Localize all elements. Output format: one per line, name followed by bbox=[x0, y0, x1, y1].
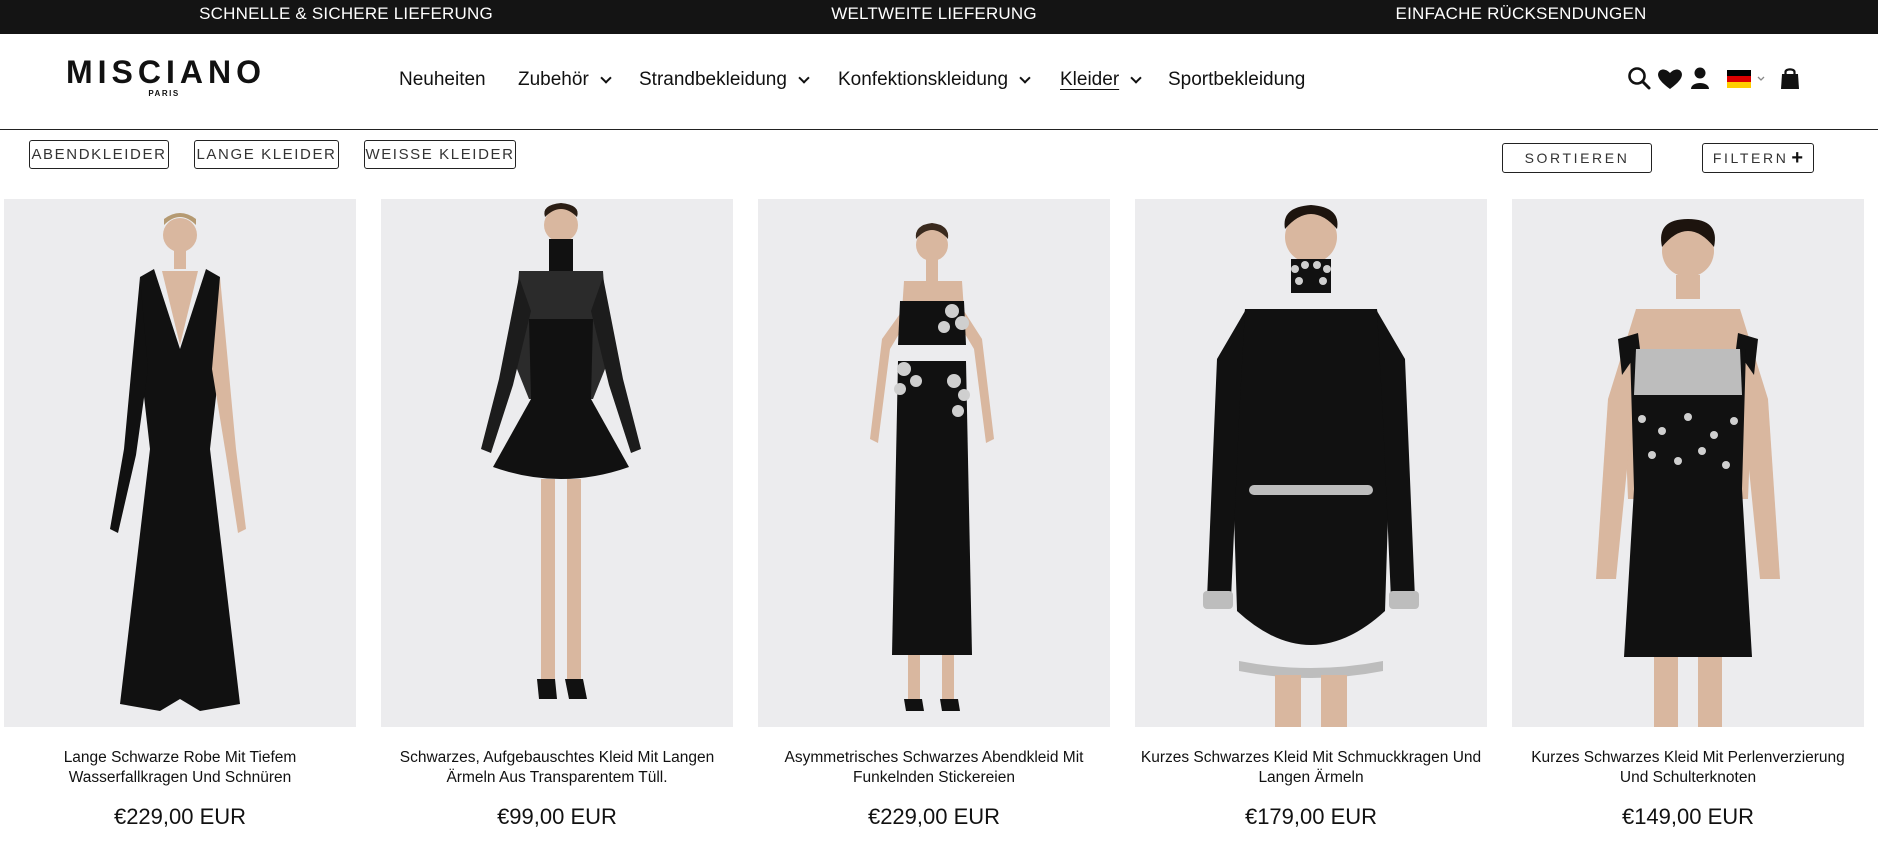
brand-subtitle: PARIS bbox=[148, 89, 180, 98]
shopping-bag-icon[interactable] bbox=[1778, 64, 1804, 94]
chevron-down-icon bbox=[600, 71, 612, 84]
plus-icon: + bbox=[1791, 147, 1804, 169]
nav-item-zubehoer[interactable]: Zubehör bbox=[518, 65, 612, 95]
search-icon[interactable] bbox=[1627, 64, 1653, 94]
german-flag-icon bbox=[1727, 70, 1751, 88]
product-price: €99,00 EUR bbox=[497, 804, 617, 829]
product-card[interactable]: Kurzes Schwarzes Kleid Mit Schmuckkragen… bbox=[1135, 199, 1487, 830]
product-image[interactable] bbox=[381, 199, 733, 727]
tag-abendkleider[interactable]: ABENDKLEIDER bbox=[29, 140, 169, 169]
product-title[interactable]: Schwarzes, Aufgebauschtes Kleid Mit Lang… bbox=[381, 748, 733, 788]
brand-logo[interactable]: MISCIANO PARIS bbox=[66, 56, 262, 98]
product-image[interactable] bbox=[758, 199, 1110, 727]
chevron-down-icon bbox=[1757, 76, 1765, 81]
announcement-returns: EINFACHE RÜCKSENDUNGEN bbox=[1395, 4, 1647, 23]
product-price: €149,00 EUR bbox=[1621, 804, 1755, 829]
tag-lange-kleider[interactable]: LANGE KLEIDER bbox=[194, 140, 339, 169]
product-image[interactable] bbox=[1135, 199, 1487, 727]
sort-button[interactable]: SORTIEREN bbox=[1502, 143, 1652, 173]
nav-label: Kleider bbox=[1060, 69, 1120, 90]
product-price: €179,00 EUR bbox=[1244, 804, 1378, 829]
nav-item-konfektionskleidung[interactable]: Konfektionskleidung bbox=[838, 65, 1031, 95]
nav-label: Strandbekleidung bbox=[639, 69, 787, 90]
product-price: €229,00 EUR bbox=[113, 804, 247, 829]
nav-item-strandbekleidung[interactable]: Strandbekleidung bbox=[639, 65, 810, 95]
chevron-down-icon bbox=[1130, 71, 1142, 84]
nav-label: Konfektionskleidung bbox=[838, 69, 1009, 90]
filter-button[interactable]: FILTERN + bbox=[1702, 143, 1814, 173]
product-card[interactable]: Kurzes Schwarzes Kleid Mit Perlenverzier… bbox=[1512, 199, 1864, 830]
language-selector[interactable] bbox=[1727, 64, 1767, 94]
product-price: €229,00 EUR bbox=[867, 804, 1001, 829]
nav-item-sportbekleidung[interactable]: Sportbekleidung bbox=[1168, 65, 1305, 95]
nav-label: Zubehör bbox=[518, 69, 589, 90]
nav-label: Sportbekleidung bbox=[1168, 69, 1306, 90]
announcement-bar: SCHNELLE & SICHERE LIEFERUNG WELTWEITE L… bbox=[0, 0, 1878, 34]
announcement-worldwide: WELTWEITE LIEFERUNG bbox=[831, 4, 1037, 23]
product-image[interactable] bbox=[1512, 199, 1864, 727]
product-image[interactable] bbox=[4, 199, 356, 727]
product-card[interactable]: Lange Schwarze Robe Mit Tiefem Wasserfal… bbox=[4, 199, 356, 830]
tag-weisse-kleider[interactable]: WEISSE KLEIDER bbox=[364, 140, 516, 169]
filter-label: FILTERN bbox=[1712, 150, 1789, 166]
product-title[interactable]: Asymmetrisches Schwarzes Abendkleid Mit … bbox=[758, 748, 1110, 788]
site-header: MISCIANO PARIS Neuheiten Zubehör Strandb… bbox=[0, 34, 1878, 130]
heart-icon[interactable] bbox=[1656, 64, 1682, 94]
brand-name: MISCIANO bbox=[66, 54, 266, 90]
product-title[interactable]: Kurzes Schwarzes Kleid Mit Schmuckkragen… bbox=[1135, 748, 1487, 788]
product-card[interactable]: Asymmetrisches Schwarzes Abendkleid Mit … bbox=[758, 199, 1110, 830]
chevron-down-icon bbox=[798, 71, 810, 84]
product-title[interactable]: Lange Schwarze Robe Mit Tiefem Wasserfal… bbox=[4, 748, 356, 788]
nav-item-neuheiten[interactable]: Neuheiten bbox=[399, 65, 486, 95]
product-title[interactable]: Kurzes Schwarzes Kleid Mit Perlenverzier… bbox=[1512, 748, 1864, 788]
chevron-down-icon bbox=[1019, 71, 1031, 84]
nav-item-kleider[interactable]: Kleider bbox=[1060, 65, 1142, 95]
product-card[interactable]: Schwarzes, Aufgebauschtes Kleid Mit Lang… bbox=[381, 199, 733, 830]
announcement-delivery: SCHNELLE & SICHERE LIEFERUNG bbox=[199, 4, 493, 23]
nav-label: Neuheiten bbox=[399, 69, 486, 90]
account-icon[interactable] bbox=[1688, 64, 1714, 94]
